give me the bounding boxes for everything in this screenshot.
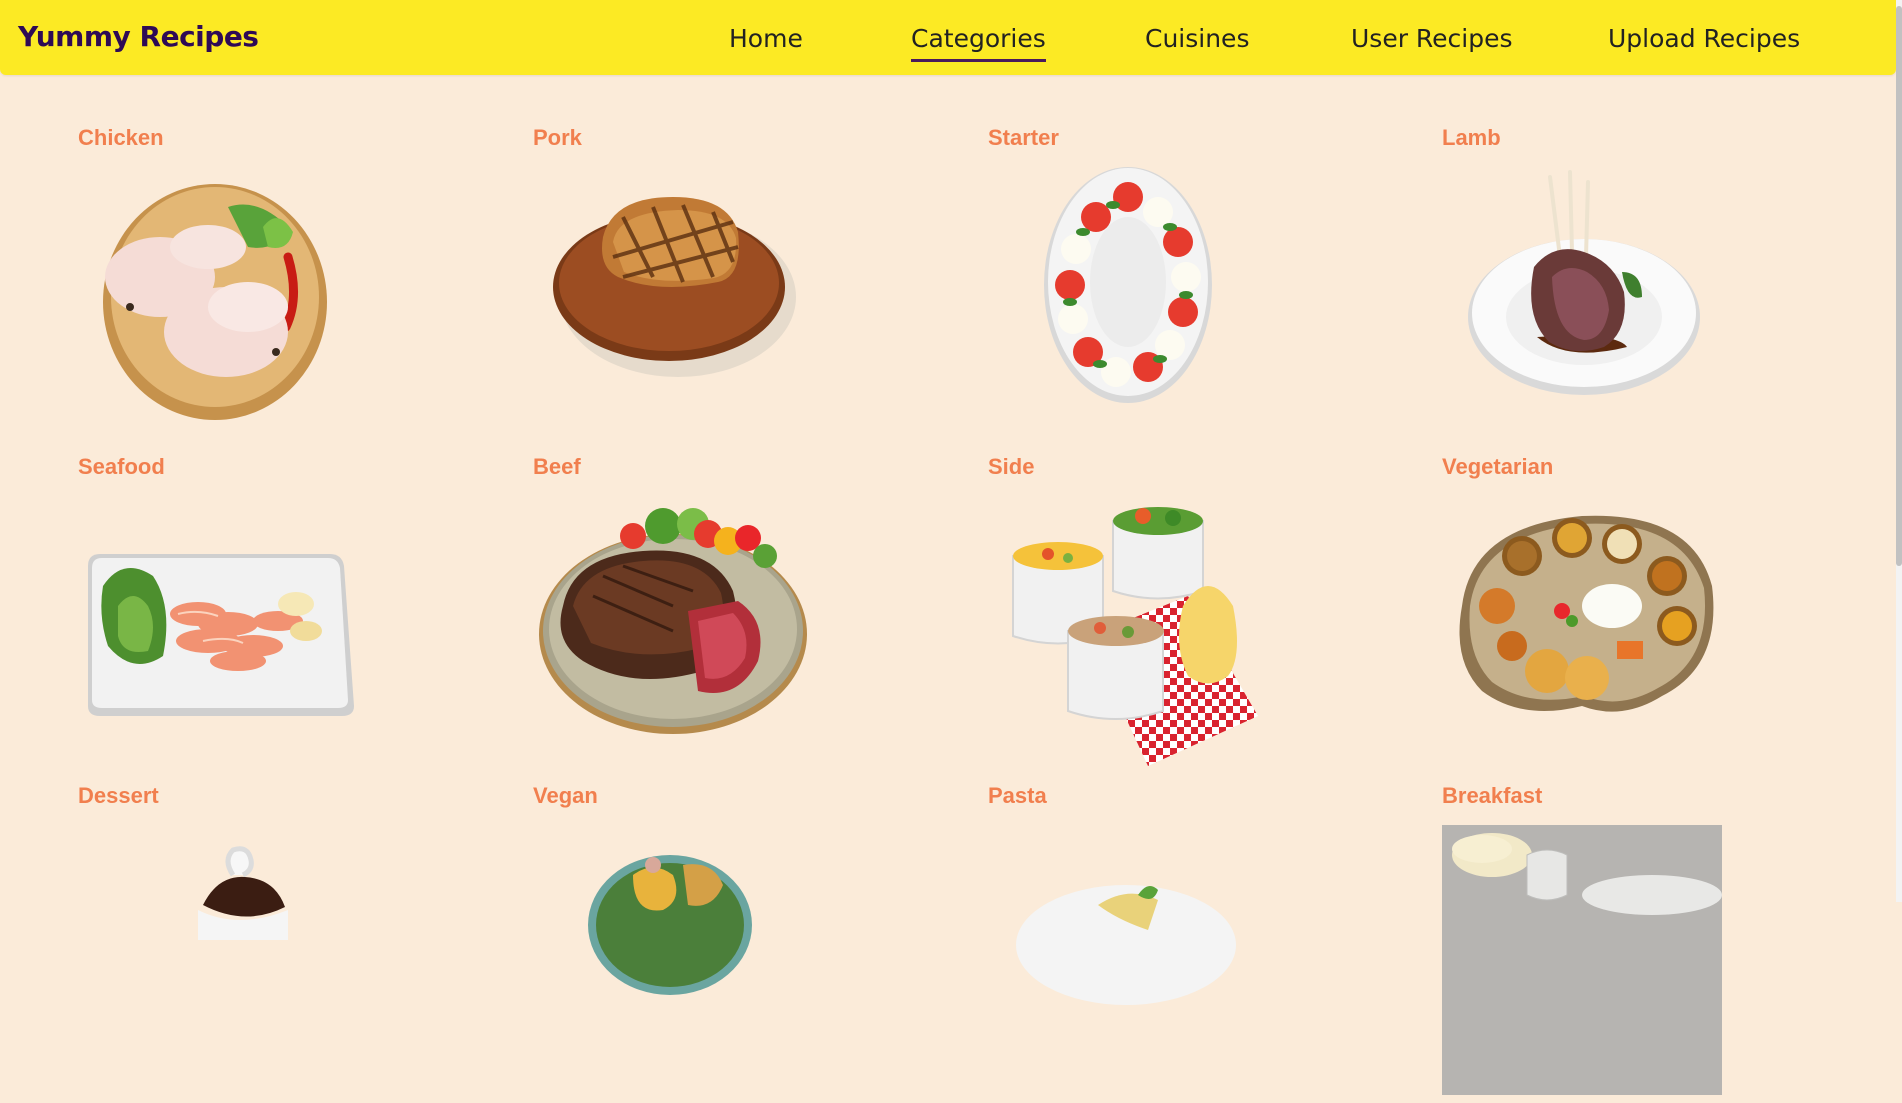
category-card-seafood[interactable]: Seafood [78, 454, 438, 774]
vegetarian-thali-image[interactable] [1442, 496, 1802, 766]
top-navbar: Yummy Recipes Home Categories Cuisines U… [0, 0, 1896, 75]
vegan-bowl-image[interactable] [533, 825, 893, 1095]
nav-categories[interactable]: Categories [911, 24, 1046, 62]
category-title: Chicken [78, 125, 164, 150]
beef-steak-image[interactable] [533, 496, 893, 766]
category-card-pasta[interactable]: Pasta [988, 783, 1348, 1103]
category-title: Starter [988, 125, 1059, 150]
breakfast-image[interactable] [1442, 825, 1802, 1095]
category-title: Beef [533, 454, 581, 479]
lamb-chops-image[interactable] [1442, 167, 1802, 437]
caprese-starter-image[interactable] [988, 167, 1348, 437]
category-card-pork[interactable]: Pork [533, 125, 893, 445]
scrollbar-thumb[interactable] [1896, 6, 1902, 566]
category-card-chicken[interactable]: Chicken [78, 125, 438, 445]
chicken-dish-image[interactable] [78, 167, 438, 437]
category-card-beef[interactable]: Beef [533, 454, 893, 774]
pork-steak-image[interactable] [533, 167, 893, 437]
nav-home[interactable]: Home [729, 24, 803, 53]
category-title: Lamb [1442, 125, 1501, 150]
category-title: Vegetarian [1442, 454, 1554, 479]
category-card-vegetarian[interactable]: Vegetarian [1442, 454, 1802, 774]
salmon-plate-image[interactable] [78, 496, 438, 766]
category-card-dessert[interactable]: Dessert [78, 783, 438, 1103]
scrollbar-track[interactable] [1896, 0, 1902, 902]
category-title: Seafood [78, 454, 165, 479]
category-title: Dessert [78, 783, 159, 808]
category-title: Breakfast [1442, 783, 1543, 808]
category-card-breakfast[interactable]: Breakfast [1442, 783, 1802, 1103]
category-card-side[interactable]: Side [988, 454, 1348, 774]
dessert-image[interactable] [78, 825, 438, 1095]
nav-cuisines[interactable]: Cuisines [1145, 24, 1249, 53]
category-title: Pork [533, 125, 582, 150]
category-card-starter[interactable]: Starter [988, 125, 1348, 445]
nav-user-recipes[interactable]: User Recipes [1351, 24, 1513, 53]
category-title: Pasta [988, 783, 1047, 808]
nav-upload-recipes[interactable]: Upload Recipes [1608, 24, 1800, 53]
category-title: Vegan [533, 783, 598, 808]
category-card-lamb[interactable]: Lamb [1442, 125, 1802, 445]
category-card-vegan[interactable]: Vegan [533, 783, 893, 1103]
category-title: Side [988, 454, 1035, 479]
brand-logo[interactable]: Yummy Recipes [18, 20, 259, 53]
pasta-image[interactable] [988, 825, 1348, 1095]
side-dishes-image[interactable] [988, 496, 1348, 766]
